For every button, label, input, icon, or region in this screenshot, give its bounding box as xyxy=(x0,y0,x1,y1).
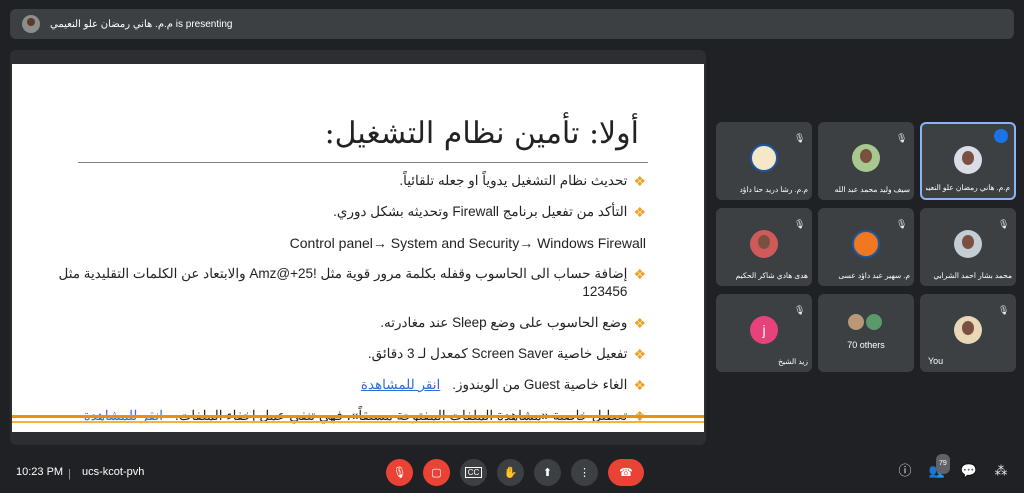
participant-name: م.م. هاني رمضان علو النعيمي xyxy=(926,183,1010,192)
participant-tile[interactable]: محمد بشار احمد الشرابي xyxy=(920,208,1016,286)
call-controls: 🎙 ▢ CC ✋ ⬆ ⋮ ☎ xyxy=(386,459,644,486)
presenter-text: م.م. هاني رمضان علو النعيمي is presentin… xyxy=(50,18,233,30)
mic-off-icon xyxy=(794,300,806,312)
avatar xyxy=(852,144,880,172)
others-tile[interactable]: 70 others xyxy=(818,294,914,372)
shared-slide: أولا: تأمين نظام التشغيل: ❖ تحديث نظام ال… xyxy=(12,64,704,432)
avatar xyxy=(750,230,778,258)
mic-off-icon: 🎙 xyxy=(392,467,407,479)
participant-tile[interactable]: سيف وليد محمد عبد الله xyxy=(818,122,914,200)
avatar xyxy=(954,316,982,344)
participant-tile[interactable]: هدى هادي شاكر الحكيم xyxy=(716,208,812,286)
participant-name: محمد بشار احمد الشرابي xyxy=(933,271,1012,280)
avatar xyxy=(954,230,982,258)
meeting-code: ucs-kcot-pvh xyxy=(82,466,145,478)
participant-tile-self[interactable]: You xyxy=(920,294,1016,372)
chat-button[interactable]: 💬 xyxy=(960,462,978,480)
more-vert-icon: ⋮ xyxy=(579,467,590,479)
participant-name: م.م. رشا دريد حنا داؤد xyxy=(739,185,808,194)
mic-off-icon xyxy=(896,128,908,140)
view-link[interactable]: انقر للمشاهدة xyxy=(361,376,440,394)
mic-off-icon xyxy=(998,214,1010,226)
slide-bullet-list: ❖ تحديث نظام التشغيل يدوياً او جعله تلقائ… xyxy=(46,172,646,438)
bullet-diamond-icon: ❖ xyxy=(633,173,646,189)
presenter-avatar xyxy=(22,15,40,33)
others-avatars xyxy=(848,314,884,332)
slide-bullet: ❖ إضافة حساب الى الحاسوب وقفله بكلمة مرور… xyxy=(58,266,646,299)
side-panel-controls: ⓘ 👥79 💬 ⁂ xyxy=(896,454,1010,480)
participant-name: هدى هادي شاكر الحكيم xyxy=(735,271,808,280)
slide-bullet: ❖ تحديث نظام التشغيل يدوياً او جعله تلقائ… xyxy=(399,173,646,189)
captions-button[interactable]: CC xyxy=(460,459,487,486)
raise-hand-button[interactable]: ✋ xyxy=(497,459,524,486)
avatar xyxy=(866,314,882,330)
mic-off-icon xyxy=(794,214,806,226)
hang-up-icon: ☎ xyxy=(619,467,633,479)
avatar xyxy=(852,230,880,258)
clock: 10:23 PM xyxy=(16,466,64,478)
people-button[interactable]: 👥79 xyxy=(928,454,950,480)
participant-name: سيف وليد محمد عبد الله xyxy=(834,185,910,194)
presenter-banner: م.م. هاني رمضان علو النعيمي is presentin… xyxy=(10,9,1014,39)
chat-icon: 💬 xyxy=(960,463,978,478)
activities-icon: ⁂ xyxy=(994,463,1008,478)
speaking-indicator-icon xyxy=(994,129,1008,143)
captions-icon: CC xyxy=(464,467,483,478)
slide-bullet: ❖ الغاء خاصية Guest من الويندوز. انقر للمش… xyxy=(360,376,646,394)
camera-toggle-button[interactable]: ▢ xyxy=(423,459,450,486)
slide-footer-bar-light xyxy=(12,421,704,423)
mic-off-icon xyxy=(794,128,806,140)
participant-tile[interactable]: م. سهير عبد داؤد عسى xyxy=(818,208,914,286)
slide-bullet: ❖ وضع الحاسوب على وضع Sleep عند مغادرته. xyxy=(380,315,646,331)
avatar xyxy=(848,314,864,330)
call-controls-bar: 10:23 PM | ucs-kcot-pvh 🎙 ▢ CC ✋ ⬆ ⋮ ☎ ⓘ… xyxy=(0,453,1024,493)
participant-tile[interactable]: j زيد الشيخ xyxy=(716,294,812,372)
slide-title: أولا: تأمين نظام التشغيل: xyxy=(324,116,639,151)
camera-off-icon: ▢ xyxy=(431,467,442,479)
separator: | xyxy=(68,468,71,480)
activities-button[interactable]: ⁂ xyxy=(992,462,1010,480)
participant-name: You xyxy=(928,356,944,366)
bullet-diamond-icon: ❖ xyxy=(633,266,646,282)
slide-footer-bar xyxy=(12,415,704,418)
slide-divider xyxy=(78,162,648,163)
slide-bullet: Control panel→ System and Security→ Wind… xyxy=(289,235,646,251)
meeting-details-button[interactable]: ⓘ xyxy=(896,462,914,480)
slide-bullet: ❖ تفعيل خاصية Screen Saver كمعدل لـ 3 دقا… xyxy=(367,346,646,362)
slide-bullet: ❖ التأكد من تفعيل برنامج Firewall وتحديثه… xyxy=(333,204,646,220)
participant-tile[interactable]: م.م. رشا دريد حنا داؤد xyxy=(716,122,812,200)
more-options-button[interactable]: ⋮ xyxy=(571,459,598,486)
info-icon: ⓘ xyxy=(898,463,912,478)
avatar: j xyxy=(750,316,778,344)
avatar xyxy=(750,144,778,172)
bullet-diamond-icon: ❖ xyxy=(633,346,646,362)
bullet-diamond-icon: ❖ xyxy=(633,204,646,220)
mic-off-icon xyxy=(998,300,1010,312)
hand-icon: ✋ xyxy=(503,467,518,479)
present-button[interactable]: ⬆ xyxy=(534,459,561,486)
presentation-stage[interactable]: أولا: تأمين نظام التشغيل: ❖ تحديث نظام ال… xyxy=(10,50,706,445)
mic-toggle-button[interactable]: 🎙 xyxy=(386,459,413,486)
mic-off-icon xyxy=(896,214,908,226)
participant-name: زيد الشيخ xyxy=(778,357,808,366)
participant-tile-speaking[interactable]: م.م. هاني رمضان علو النعيمي xyxy=(920,122,1016,200)
people-count-badge: 79 xyxy=(936,454,950,474)
present-icon: ⬆ xyxy=(542,467,553,479)
others-count: 70 others xyxy=(847,340,885,350)
leave-call-button[interactable]: ☎ xyxy=(608,459,644,486)
avatar xyxy=(954,146,982,174)
bullet-diamond-icon: ❖ xyxy=(633,315,646,331)
participant-name: م. سهير عبد داؤد عسى xyxy=(838,271,910,280)
bullet-diamond-icon: ❖ xyxy=(633,377,646,393)
